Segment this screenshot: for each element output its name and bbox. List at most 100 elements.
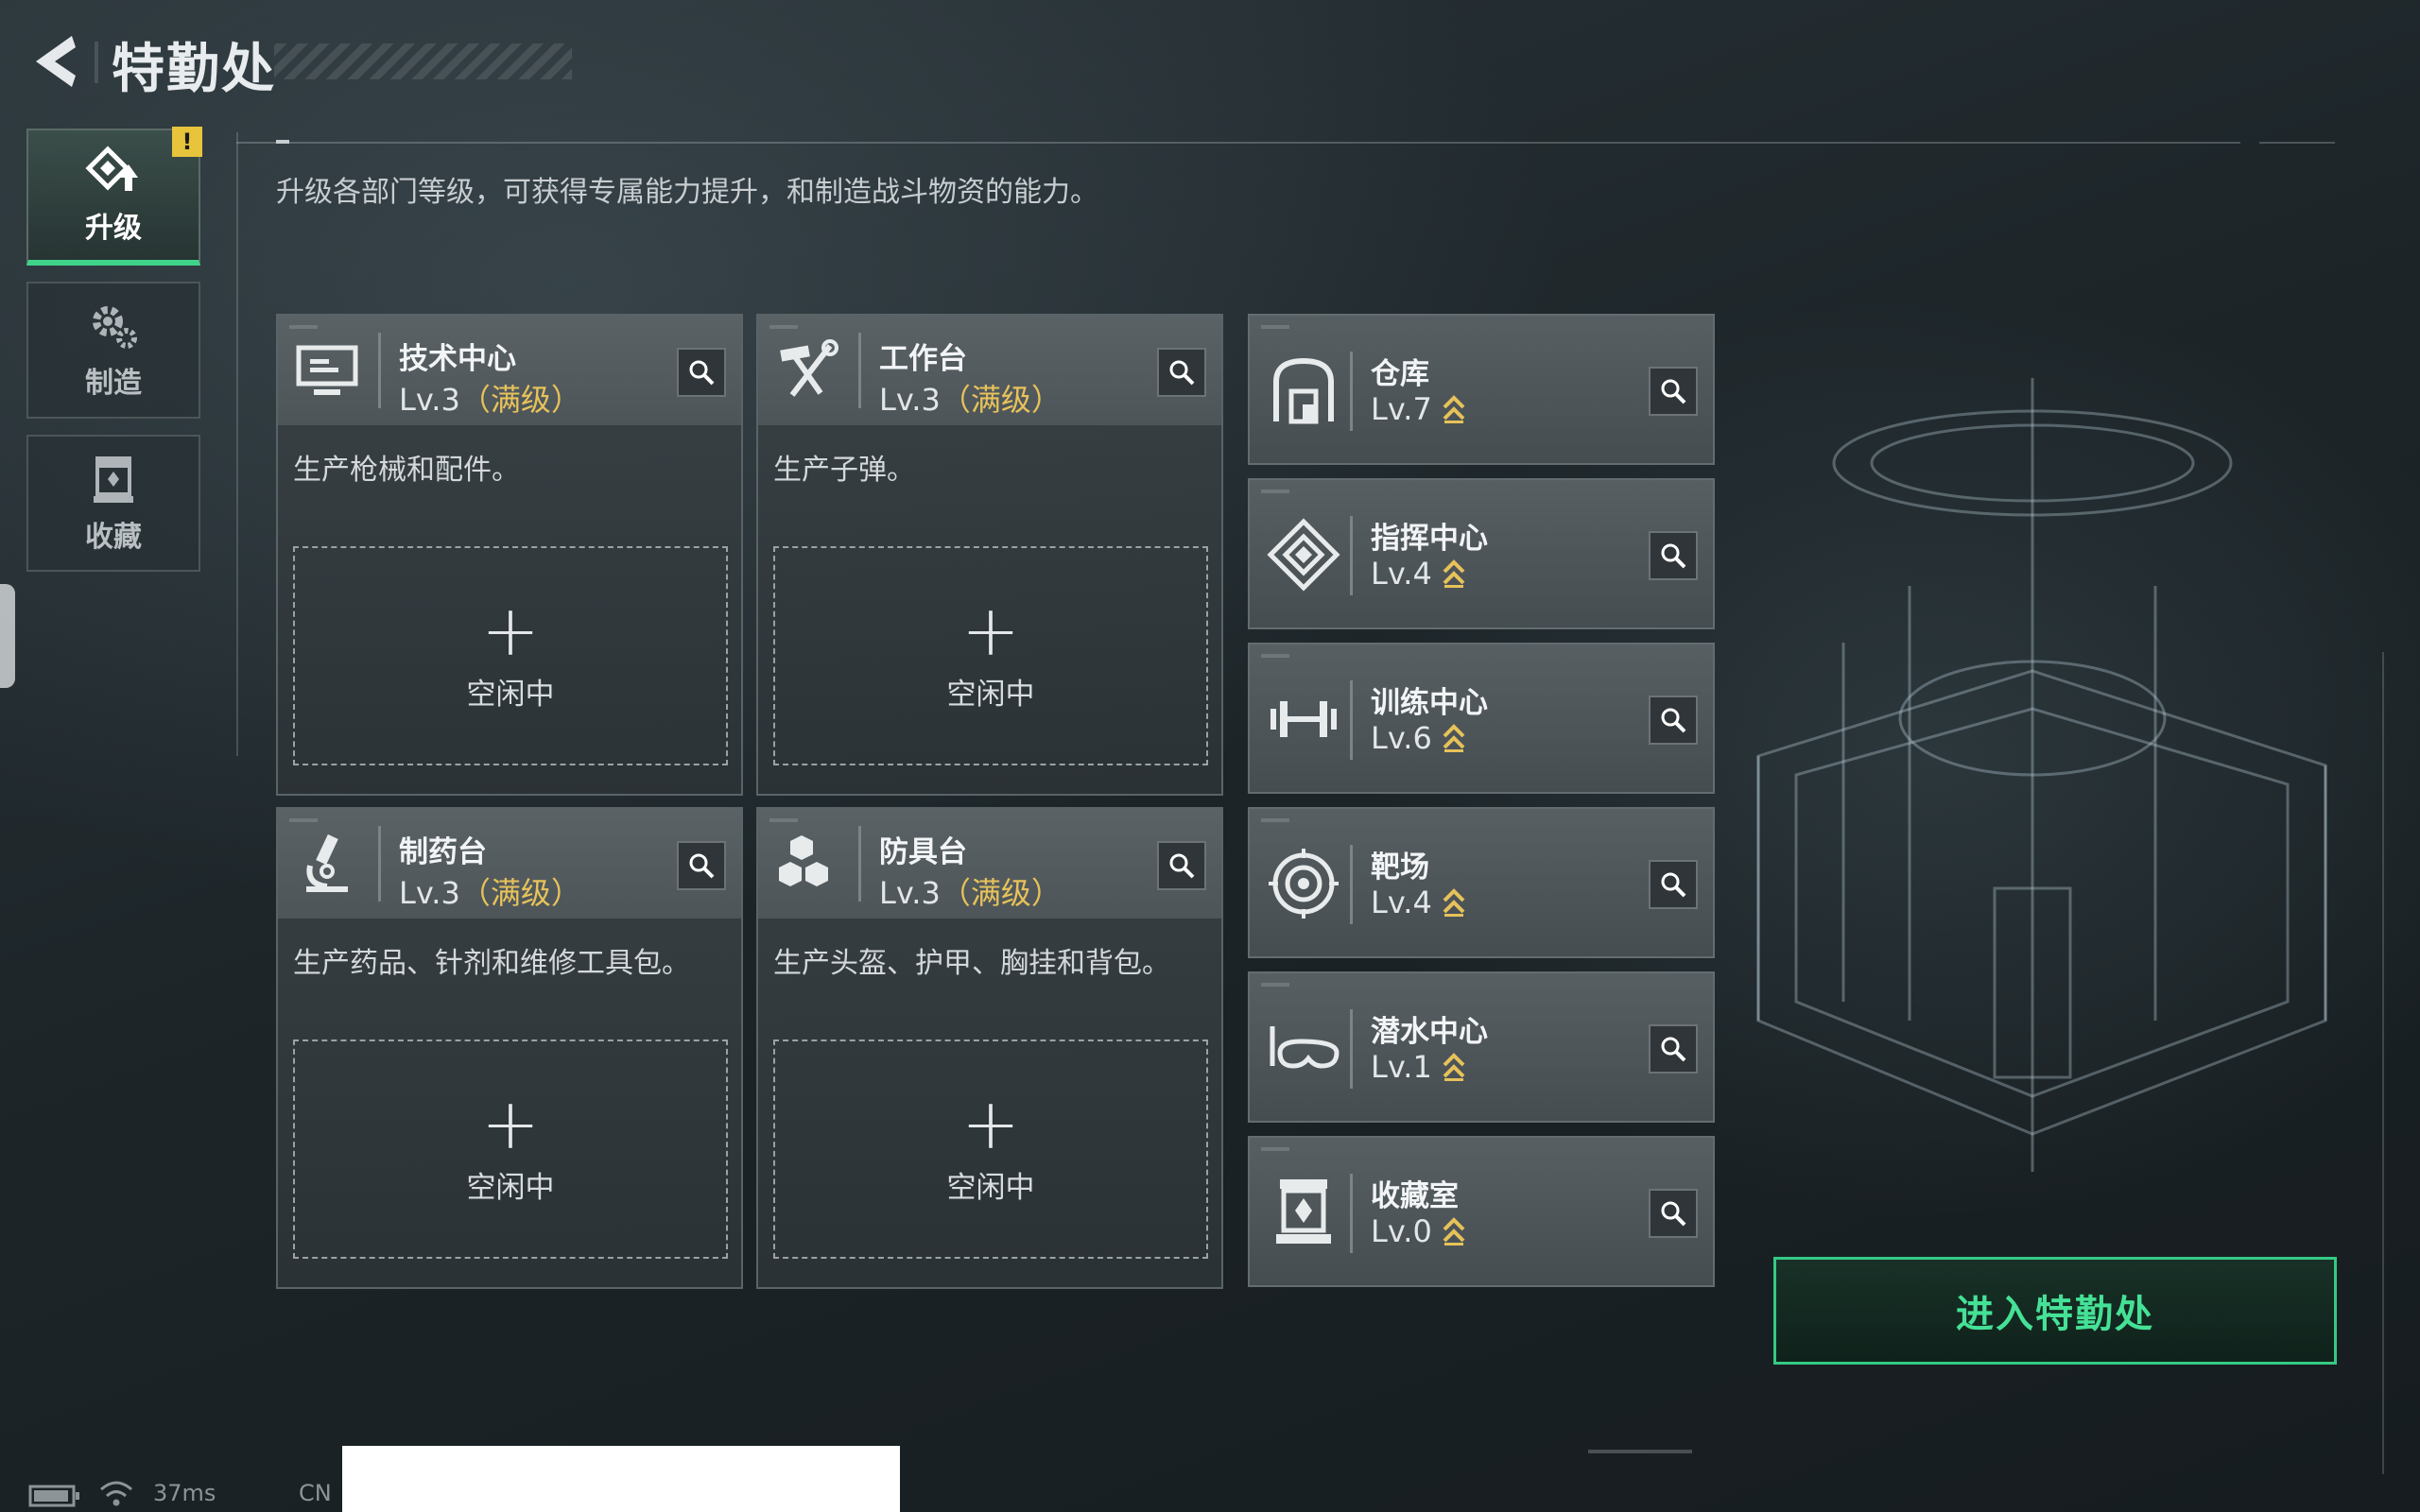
card-description: 生产枪械和配件。 xyxy=(293,454,520,487)
max-level-tag: （满级） xyxy=(459,382,581,418)
search-icon xyxy=(1661,543,1686,569)
search-icon xyxy=(1661,872,1686,898)
warning-badge: ! xyxy=(172,127,202,157)
title-decoration xyxy=(274,43,572,79)
frame-line-bottom xyxy=(1588,1450,1692,1453)
department-level: Lv.4 xyxy=(1371,885,1466,920)
inspect-button[interactable] xyxy=(1649,1189,1698,1238)
region-readout: CN xyxy=(299,1480,332,1506)
ping-readout: 37ms xyxy=(153,1480,216,1506)
department-command-center[interactable]: 指挥中心 Lv.4 xyxy=(1248,478,1715,629)
title-divider xyxy=(95,42,98,83)
card-header: 技术中心 Lv.3（满级） xyxy=(278,316,741,425)
upgrade-chevron-icon xyxy=(1443,724,1465,752)
department-level: Lv.6 xyxy=(1371,720,1466,756)
card-header: 工作台 Lv.3（满级） xyxy=(758,316,1221,425)
upgrade-icon xyxy=(85,145,138,191)
frame-tick xyxy=(276,140,289,144)
card-description: 生产药品、针剂和维修工具包。 xyxy=(293,947,690,980)
inspect-button[interactable] xyxy=(1649,696,1698,745)
cubes-icon xyxy=(779,835,828,886)
search-icon xyxy=(1169,360,1195,386)
inspect-button[interactable] xyxy=(677,348,726,397)
frame-line-right-vertical xyxy=(2382,652,2384,1474)
department-name: 仓库 xyxy=(1371,357,1429,391)
card-level: Lv.3（满级） xyxy=(879,875,1062,911)
collection-icon xyxy=(94,455,133,503)
department-level: Lv.7 xyxy=(1371,391,1466,427)
max-level-tag: （满级） xyxy=(459,875,581,911)
production-card-tech-center: 技术中心 Lv.3（满级） 生产枪械和配件。 + 空闲中 xyxy=(276,314,743,796)
inspect-button[interactable] xyxy=(1157,841,1206,890)
frame-line-left xyxy=(236,132,238,756)
search-icon xyxy=(1169,853,1195,879)
nav-collection-label: 收藏 xyxy=(85,520,142,554)
department-diving-center[interactable]: 潜水中心 Lv.1 xyxy=(1248,971,1715,1123)
nav-upgrade-label: 升级 xyxy=(85,211,142,245)
department-name: 潜水中心 xyxy=(1371,1015,1488,1049)
production-card-pharmacy: 制药台 Lv.3（满级） 生产药品、针剂和维修工具包。 + 空闲中 xyxy=(276,807,743,1289)
redacted-area xyxy=(342,1446,900,1512)
card-name: 技术中心 xyxy=(399,342,516,376)
production-slot[interactable]: + 空闲中 xyxy=(293,546,728,765)
search-icon xyxy=(1661,708,1686,733)
gear-icon xyxy=(93,305,137,349)
slot-status: 空闲中 xyxy=(946,1170,1035,1205)
search-icon xyxy=(1661,1037,1686,1062)
inspect-button[interactable] xyxy=(1649,531,1698,580)
max-level-tag: （满级） xyxy=(940,875,1062,911)
nav-manufacture[interactable]: 制造 xyxy=(26,282,200,419)
production-slot[interactable]: + 空闲中 xyxy=(773,546,1208,765)
search-icon xyxy=(689,853,715,879)
wifi-icon xyxy=(100,1481,132,1506)
enter-special-ops-button[interactable]: 进入特勤处 xyxy=(1773,1257,2337,1365)
card-level: Lv.3（满级） xyxy=(399,875,581,911)
side-drawer-handle[interactable] xyxy=(0,584,15,688)
back-arrow-icon xyxy=(36,36,76,87)
nav-upgrade[interactable]: ! 升级 xyxy=(26,127,202,266)
nav-collection[interactable]: 收藏 xyxy=(26,435,200,572)
department-name: 收藏室 xyxy=(1371,1179,1459,1213)
card-header: 防具台 Lv.3（满级） xyxy=(758,809,1221,919)
card-header: 制药台 Lv.3（满级） xyxy=(278,809,741,919)
page-title: 特勤处 xyxy=(112,39,276,100)
production-card-armor: 防具台 Lv.3（满级） 生产头盔、护甲、胸挂和背包。 + 空闲中 xyxy=(756,807,1223,1289)
nav-manufacture-label: 制造 xyxy=(85,366,142,400)
department-warehouse[interactable]: 仓库 Lv.7 xyxy=(1248,314,1715,465)
inspect-button[interactable] xyxy=(1649,860,1698,909)
department-level: Lv.0 xyxy=(1371,1213,1466,1249)
production-slot[interactable]: + 空闲中 xyxy=(293,1040,728,1259)
production-slot[interactable]: + 空闲中 xyxy=(773,1040,1208,1259)
target-icon xyxy=(1269,849,1339,919)
battery-icon xyxy=(28,1485,79,1507)
warehouse-icon xyxy=(1273,357,1334,424)
department-shooting-range[interactable]: 靶场 Lv.4 xyxy=(1248,807,1715,958)
card-level: Lv.3（满级） xyxy=(399,382,581,418)
plus-icon: + xyxy=(480,1083,540,1165)
inspect-button[interactable] xyxy=(1649,1024,1698,1074)
command-icon xyxy=(1267,518,1340,592)
upgrade-chevron-icon xyxy=(1443,395,1465,423)
max-level-tag: （满级） xyxy=(940,382,1062,418)
slot-status: 空闲中 xyxy=(466,1170,555,1205)
upgrade-chevron-icon xyxy=(1443,559,1465,588)
department-level: Lv.4 xyxy=(1371,556,1466,592)
department-name: 训练中心 xyxy=(1371,686,1488,720)
department-collection-room[interactable]: 收藏室 Lv.0 xyxy=(1248,1136,1715,1287)
department-name: 靶场 xyxy=(1371,850,1429,885)
upgrade-chevron-icon xyxy=(1443,1217,1465,1246)
slot-status: 空闲中 xyxy=(466,677,555,712)
inspect-button[interactable] xyxy=(677,841,726,890)
plus-icon: + xyxy=(960,1083,1020,1165)
frame-line-top xyxy=(236,142,2240,144)
back-button[interactable] xyxy=(26,28,87,94)
slot-status: 空闲中 xyxy=(946,677,1035,712)
inspect-button[interactable] xyxy=(1157,348,1206,397)
inspect-button[interactable] xyxy=(1649,367,1698,416)
computer-icon xyxy=(296,345,358,395)
microscope-icon xyxy=(306,833,348,892)
card-description: 生产头盔、护甲、胸挂和背包。 xyxy=(773,947,1170,980)
card-name: 工作台 xyxy=(879,342,967,376)
department-training-center[interactable]: 训练中心 Lv.6 xyxy=(1248,643,1715,794)
production-card-workbench: 工作台 Lv.3（满级） 生产子弹。 + 空闲中 xyxy=(756,314,1223,796)
